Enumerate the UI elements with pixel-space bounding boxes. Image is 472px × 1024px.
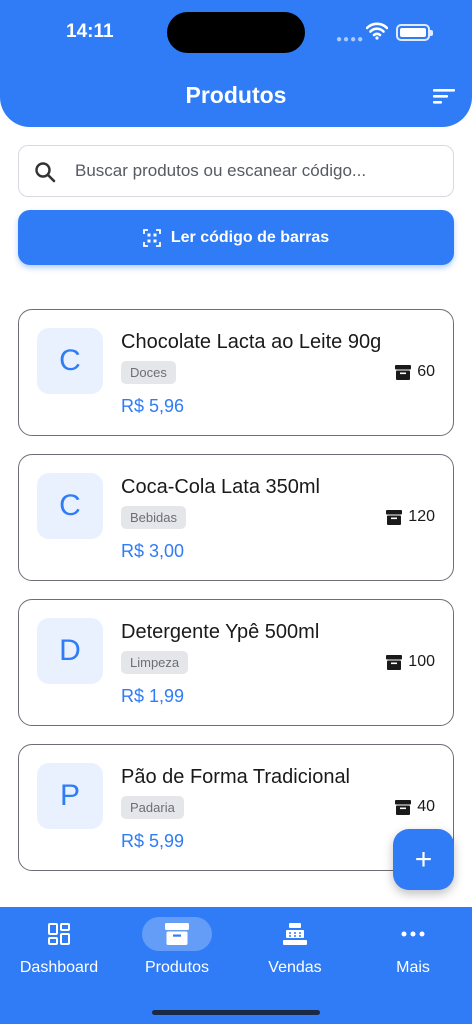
scan-barcode-label: Ler código de barras	[170, 228, 330, 246]
stock-value: 120	[408, 508, 435, 525]
signal-icon: ●●●●	[336, 34, 365, 45]
nav-item-produtos[interactable]: Produtos	[118, 917, 236, 987]
product-name: Detergente Ypê 500ml	[121, 621, 320, 643]
product-name: Chocolate Lacta ao Leite 90g	[121, 331, 382, 353]
add-product-button[interactable]: +	[393, 829, 454, 890]
nav-label: Vendas	[268, 959, 322, 976]
search-icon	[35, 162, 56, 183]
product-price: R$ 3,00	[121, 541, 185, 561]
product-price: R$ 5,96	[121, 396, 185, 416]
nav-label: Mais	[396, 959, 430, 976]
category-badge: Padaria	[121, 796, 184, 819]
product-card[interactable]: C Coca-Cola Lata 350ml Bebidas R$ 3,00 1…	[18, 454, 454, 581]
product-avatar: C	[37, 328, 103, 394]
product-card[interactable]: C Chocolate Lacta ao Leite 90g Doces R$ …	[18, 309, 454, 436]
category-badge: Bebidas	[121, 506, 186, 529]
wifi-icon	[366, 22, 388, 40]
nav-item-mais[interactable]: Mais	[354, 917, 472, 987]
nav-label: Produtos	[144, 959, 210, 976]
product-price: R$ 5,99	[121, 831, 185, 851]
category-badge: Doces	[121, 361, 176, 384]
product-avatar: C	[37, 473, 103, 539]
inventory-box-icon	[386, 509, 403, 525]
product-name: Coca-Cola Lata 350ml	[121, 476, 320, 498]
product-name: Pão de Forma Tradicional	[121, 766, 351, 788]
home-indicator[interactable]	[152, 1010, 320, 1015]
inventory-box-icon	[386, 654, 403, 670]
battery-icon	[396, 24, 433, 41]
sort-icon[interactable]	[432, 87, 456, 105]
product-card[interactable]: D Detergente Ypê 500ml Limpeza R$ 1,99 1…	[18, 599, 454, 726]
stock-value: 100	[408, 653, 435, 670]
app-header: 14:11 ●●●● Produtos	[0, 0, 472, 127]
nav-label: Dashboard	[19, 959, 99, 976]
product-card[interactable]: P Pão de Forma Tradicional Padaria R$ 5,…	[18, 744, 454, 871]
inventory-box-icon	[395, 799, 412, 815]
stock-count: 120	[386, 508, 435, 526]
dynamic-island	[167, 12, 305, 53]
nav-item-vendas[interactable]: Vendas	[236, 917, 354, 987]
status-time: 14:11	[66, 21, 114, 42]
product-price: R$ 1,99	[121, 686, 185, 706]
stock-value: 60	[417, 363, 435, 380]
scan-barcode-button[interactable]: Ler código de barras	[18, 210, 454, 265]
page-title: Produtos	[185, 82, 287, 108]
more-dots-icon	[401, 931, 425, 937]
inventory-box-icon	[395, 364, 412, 380]
dashboard-icon	[48, 923, 70, 945]
category-badge: Limpeza	[121, 651, 189, 674]
bottom-navigation: Dashboard Produtos Vendas Mais	[0, 907, 472, 1024]
product-avatar: P	[37, 763, 103, 829]
stock-value: 40	[417, 798, 435, 815]
cash-register-icon	[283, 923, 307, 945]
search-bar[interactable]	[18, 145, 454, 197]
qr-scan-icon	[142, 228, 161, 247]
plus-icon: +	[414, 842, 433, 876]
nav-item-dashboard[interactable]: Dashboard	[0, 917, 118, 987]
stock-count: 40	[395, 798, 435, 816]
stock-count: 100	[386, 653, 435, 671]
inventory-icon	[165, 923, 189, 945]
stock-count: 60	[395, 363, 435, 381]
search-input[interactable]	[75, 146, 445, 196]
product-avatar: D	[37, 618, 103, 684]
